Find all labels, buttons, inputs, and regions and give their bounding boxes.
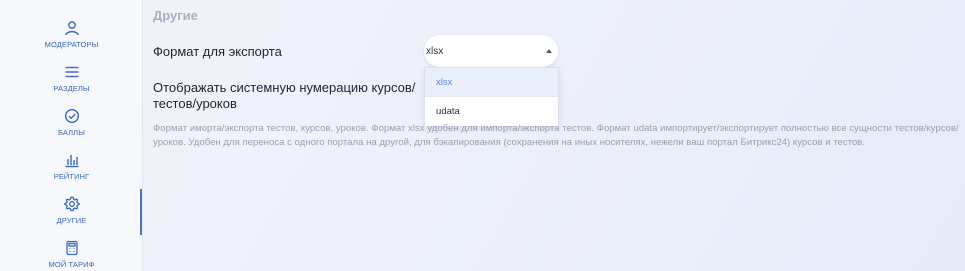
- export-format-dropdown: xlsx udata: [424, 67, 559, 127]
- check-circle-icon: [64, 108, 80, 124]
- gear-icon: [63, 196, 80, 212]
- section-title: Другие: [153, 8, 198, 23]
- sidebar-item-label: МОДЕРАТОРЫ: [44, 40, 99, 49]
- sidebar-item-points[interactable]: БАЛЛЫ: [0, 108, 143, 152]
- sidebar-item-label: БАЛЛЫ: [58, 128, 85, 137]
- sidebar-item-moderators[interactable]: МОДЕРАТОРЫ: [0, 20, 143, 64]
- sidebar-item-rating[interactable]: РЕЙТИНГ: [0, 152, 143, 196]
- export-format-select[interactable]: xlsx: [424, 35, 558, 67]
- export-format-label: Формат для экспорта: [153, 44, 282, 59]
- dropdown-option-xlsx[interactable]: xlsx: [425, 68, 558, 97]
- sidebar-item-label: РАЗДЕЛЫ: [53, 84, 90, 93]
- sidebar-item-sections[interactable]: РАЗДЕЛЫ: [0, 64, 143, 108]
- export-format-description: Формат иморта/экспорта тестов, курсов, у…: [153, 123, 959, 148]
- menu-icon: [64, 64, 80, 80]
- export-format-value: xlsx: [426, 45, 444, 57]
- sidebar-item-my-plan[interactable]: МОЙ ТАРИФ: [0, 240, 143, 271]
- calculator-icon: [64, 240, 80, 256]
- sidebar-item-other[interactable]: ДРУГИЕ: [0, 196, 143, 240]
- active-indicator: [140, 189, 142, 235]
- sidebar-item-label: ДРУГИЕ: [56, 216, 87, 225]
- sidebar-item-label: РЕЙТИНГ: [53, 172, 90, 181]
- numbering-label-line2: тестов/уроков: [153, 96, 237, 111]
- chevron-up-icon[interactable]: [546, 49, 552, 53]
- user-icon: [64, 20, 80, 36]
- sidebar: МОДЕРАТОРЫ РАЗДЕЛЫ БАЛЛЫ РЕЙТИНГ ДРУГИЕ …: [0, 0, 143, 271]
- numbering-label-line1: Отображать системную нумерацию курсов/: [153, 80, 416, 95]
- bar-chart-icon: [64, 152, 80, 168]
- sidebar-item-label: МОЙ ТАРИФ: [48, 260, 95, 269]
